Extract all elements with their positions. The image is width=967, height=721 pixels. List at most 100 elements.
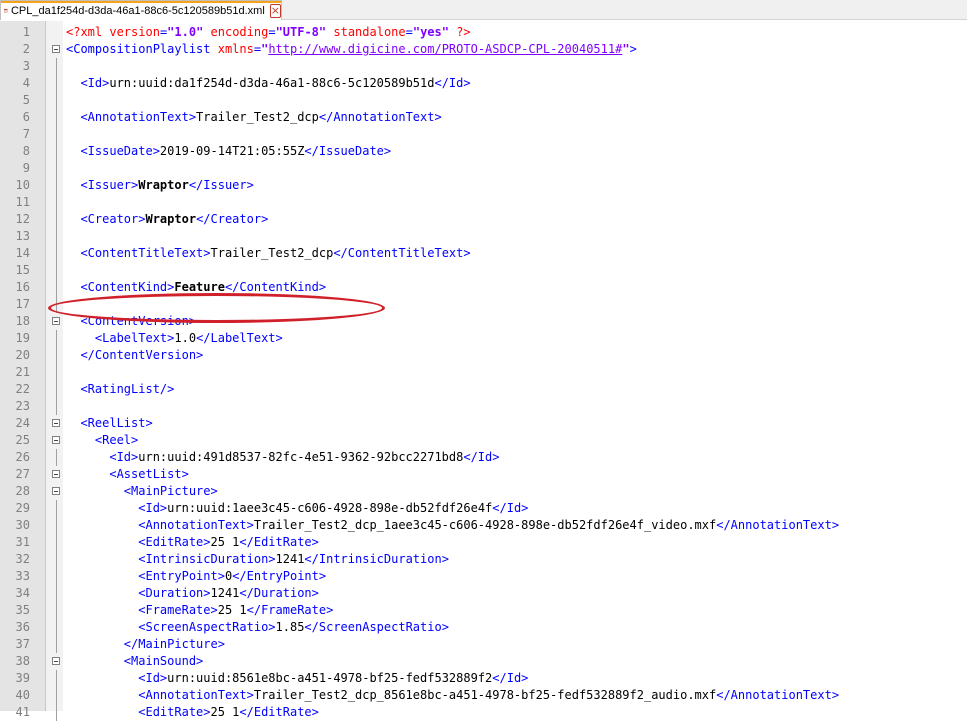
code-line[interactable]: 37 </MainPicture> [0,636,967,653]
token-tag: <AnnotationText> [66,518,254,532]
fold-guide [56,228,57,245]
line-text: <IssueDate>2019-09-14T21:05:55Z</IssueDa… [66,143,391,160]
line-text: </MainPicture> [66,636,225,653]
token-txt: urn:uuid:da1f254d-d3da-46a1-88c6-5c12058… [109,76,435,90]
line-number: 32 [15,552,30,566]
code-line[interactable]: 27 <AssetList> [0,466,967,483]
code-line[interactable]: 13 [0,228,967,245]
code-line[interactable]: 24 <ReelList> [0,415,967,432]
code-line[interactable]: 6 <AnnotationText>Trailer_Test2_dcp</Ann… [0,109,967,126]
token-tag: </Id> [492,501,529,515]
token-tag: <LabelText> [66,331,175,345]
fold-guide [56,109,57,126]
token-tag: = [253,42,262,56]
fold-toggle-icon[interactable] [52,317,60,325]
fold-guide [56,585,57,602]
code-line[interactable]: 1 <?xml version="1.0" encoding="UTF-8" st… [0,24,967,41]
code-line[interactable]: 10 <Issuer>Wraptor</Issuer> [0,177,967,194]
token-tag: </ScreenAspectRatio> [304,620,449,634]
fold-toggle-icon[interactable] [52,419,60,427]
fold-toggle-icon[interactable] [52,657,60,665]
tab-file[interactable]: CPL_da1f254d-d3da-46a1-88c6-5c120589b51d… [0,0,282,20]
token-tag: <Duration> [66,586,211,600]
token-decl: ?> [448,25,471,39]
code-line[interactable]: 9 [0,160,967,177]
fold-toggle-icon[interactable] [52,45,60,53]
code-line[interactable]: 5 [0,92,967,109]
line-number: 10 [15,178,30,192]
code-line[interactable]: 32 <IntrinsicDuration>1241</IntrinsicDur… [0,551,967,568]
token-tag: </ContentVersion> [66,348,204,362]
code-line[interactable]: 2 <CompositionPlaylist xmlns= "http://www.… [0,41,967,58]
token-attr: version [109,25,160,39]
code-line[interactable]: 34 <Duration>1241</Duration> [0,585,967,602]
line-number: 9 [22,161,30,175]
code-line[interactable]: 26 <Id>urn:uuid:491d8537-82fc-4e51-9362-… [0,449,967,466]
token-url[interactable]: http://www.digicine.com/PROTO-ASDCP-CPL-… [268,42,622,56]
token-txt: Trailer_Test2_dcp [196,110,319,124]
token-tag: </AnnotationText> [318,110,442,124]
token-tag: </LabelText> [196,331,283,345]
code-line[interactable]: 19 <LabelText>1.0</LabelText> [0,330,967,347]
code-line[interactable]: 35 <FrameRate>25 1</FrameRate> [0,602,967,619]
code-line[interactable]: 25 <Reel> [0,432,967,449]
fold-toggle-icon[interactable] [52,487,60,495]
token-txt: 25 1 [210,705,240,719]
fold-toggle-icon[interactable] [52,470,60,478]
close-icon[interactable]: × [269,3,281,18]
token-txt: 1.0 [174,331,197,345]
code-line[interactable]: 14 <ContentTitleText>Trailer_Test2_dcp</… [0,245,967,262]
code-line[interactable]: 30 <AnnotationText>Trailer_Test2_dcp_1ae… [0,517,967,534]
line-text: <Reel> [66,432,138,449]
line-number: 34 [15,586,30,600]
code-line[interactable]: 28 <MainPicture> [0,483,967,500]
line-text: <CompositionPlaylist xmlns= "http://www.d… [66,41,637,58]
token-tag: </Id> [492,671,529,685]
line-text: <MainSound> [66,653,203,670]
code-line[interactable]: 7 [0,126,967,143]
code-line[interactable]: 31 <EditRate>25 1</EditRate> [0,534,967,551]
code-line[interactable]: 12 <Creator>Wraptor</Creator> [0,211,967,228]
token-tag: <Id> [66,450,139,464]
code-line[interactable]: 8 <IssueDate>2019-09-14T21:05:55Z</Issue… [0,143,967,160]
code-editor[interactable]: 1 <?xml version="1.0" encoding="UTF-8" st… [0,21,967,721]
line-number: 2 [22,42,30,56]
token-tag: <Id> [66,501,168,515]
token-tag: </EntryPoint> [232,569,327,583]
code-line[interactable]: 38 <MainSound> [0,653,967,670]
code-line[interactable]: 29 <Id>urn:uuid:1aee3c45-c606-4928-898e-… [0,500,967,517]
highlight-ellipse [48,293,385,323]
token-tag: <AssetList> [66,467,189,481]
line-text: <Creator>Wraptor</Creator> [66,211,268,228]
fold-toggle-icon[interactable] [52,436,60,444]
token-tag: <Id> [66,76,110,90]
code-line[interactable]: 4 <Id>urn:uuid:da1f254d-d3da-46a1-88c6-5… [0,75,967,92]
code-line[interactable]: 39 <Id>urn:uuid:8561e8bc-a451-4978-bf25-… [0,670,967,687]
fold-guide [56,449,57,466]
line-number: 33 [15,569,30,583]
line-number: 19 [15,331,30,345]
code-line[interactable]: 3 [0,58,967,75]
line-number: 30 [15,518,30,532]
fold-guide [56,568,57,585]
code-line[interactable]: 36 <ScreenAspectRatio>1.85</ScreenAspect… [0,619,967,636]
line-text: <RatingList/> [66,381,174,398]
token-tag: </EditRate> [239,705,319,719]
line-number: 22 [15,382,30,396]
code-line[interactable]: 15 [0,262,967,279]
fold-guide [56,398,57,415]
code-line[interactable]: 23 [0,398,967,415]
code-line[interactable]: 21 [0,364,967,381]
code-line[interactable]: 11 [0,194,967,211]
code-line[interactable]: 33 <EntryPoint>0</EntryPoint> [0,568,967,585]
code-line[interactable]: 22 <RatingList/> [0,381,967,398]
line-number: 6 [22,110,30,124]
token-tag: <AnnotationText> [66,110,197,124]
code-line[interactable]: 20 </ContentVersion> [0,347,967,364]
fold-guide [56,58,57,75]
code-line[interactable]: 40 <AnnotationText>Trailer_Test2_dcp_856… [0,687,967,704]
code-line[interactable]: 41 <EditRate>25 1</EditRate> [0,704,967,721]
fold-guide [56,636,57,653]
token-tag: </IntrinsicDuration> [304,552,449,566]
token-tag: <FrameRate> [66,603,218,617]
